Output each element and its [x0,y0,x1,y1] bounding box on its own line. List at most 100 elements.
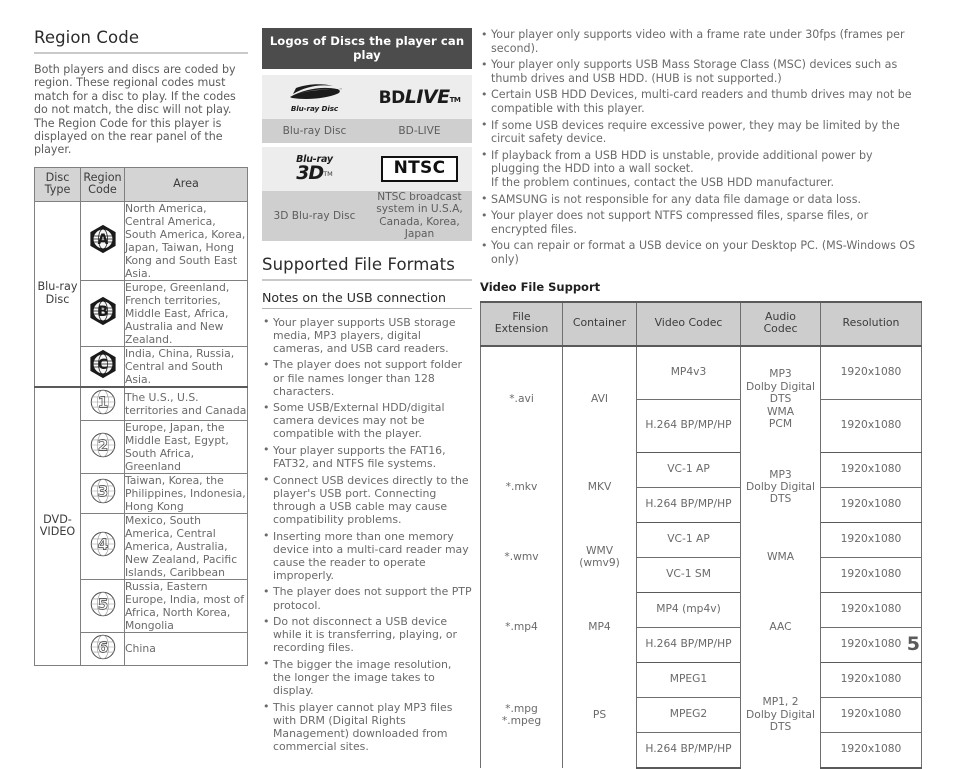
cell-area-1: The U.S., U.S. territories and Canada [124,385,248,421]
audio-codec-l2: Codec [763,322,798,336]
cell-resolution: 1920x1080 [820,522,922,558]
page-number: 5 [906,633,920,655]
list-item: SAMSUNG is not responsible for any data … [480,192,922,207]
cell-area-b: Europe, Greenland, French territories, M… [124,279,248,347]
disc-type-l1: Disc [45,170,70,184]
col-header-video-codec: Video Codec [636,300,741,347]
cell-resolution: 1920x1080 [820,697,922,733]
table-header-row: Disc Type Region Code Area [34,166,248,202]
cell-area-5: Russia, Eastern Europe, India, most of A… [124,578,248,633]
region-code-l2: Code [88,183,117,197]
audio-codec-l1: Audio [765,309,796,323]
bluray-3d-3d-text: 3D [296,162,324,185]
cell-region-code-4: 4 [80,512,125,580]
cell-audio-codec-mp4: AAC [740,592,821,663]
cell-area-a: North America, Central America, South Am… [124,200,248,281]
cell-region-code-6: 6 [80,631,125,666]
usb-notes-and-video-table-column: Your player only supports video with a f… [480,27,922,769]
region-code-l1: Region [83,170,122,184]
list-item: The player does not support the PTP prot… [262,585,472,612]
cell-resolution: 1920x1080 [820,452,922,488]
logos-panel-header: Logos of Discs the player can play [262,28,472,69]
table-row: *.mp4 MP4 MP4 (mp4v) AAC 1920x1080 [480,592,922,663]
list-item: Your player only supports USB Mass Stora… [480,58,922,85]
cell-region-code-a: A [80,200,125,281]
cell-video-codec: MP4v3 [636,345,741,400]
cell-area-4: Mexico, South America, Central America, … [124,512,248,580]
svg-text:5: 5 [97,595,108,613]
list-item: You can repair or format a USB device on… [480,239,922,266]
usb-notes-divider [262,307,472,309]
cell-area-c: India, China, Russia, Central and South … [124,345,248,388]
ntsc-logo-icon: NTSC [380,155,459,183]
cell-container-avi: AVI [562,345,637,453]
list-item: Connect USB devices directly to the play… [262,473,472,526]
cell-bluray-3d-logo: Blu-ray 3DTM [262,147,367,191]
col-header-container: Container [562,300,637,347]
cell-video-codec: MPEG1 [636,662,741,698]
cell-audio-codec-wmv: WMA [740,522,821,593]
video-table-body: *.avi AVI MP4v3 MP3 Dolby Digital DTS WMA PC… [480,345,922,769]
cell-region-code-c: C [80,345,125,388]
list-item: Your player only supports video with a f… [480,27,922,55]
table-row: *.avi AVI MP4v3 MP3 Dolby Digital DTS WMA PC… [480,345,922,453]
svg-text:2: 2 [97,436,108,454]
svg-text:B: B [97,304,108,320]
cell-container-mp4: MP4 [562,592,637,663]
cell-region-code-b: B [80,279,125,347]
title-divider [34,52,248,54]
dvd-l1: DVD- [43,512,72,526]
table-row: *.mkv MKV VC-1 AP MP3 Dolby Digital DTS 19… [480,452,922,523]
svg-text:1: 1 [97,393,108,411]
logo-art-row: ™ Blu-ray Disc BDLIVETM [262,75,472,119]
svg-text:6: 6 [97,638,108,656]
svg-text:C: C [97,357,107,373]
cell-region-code-1: 1 [80,385,125,421]
region-code-intro: Both players and discs are coded by regi… [34,63,236,157]
cell-bluray-disc-logo: ™ Blu-ray Disc [262,75,367,119]
list-item: Your player supports the FAT16, FAT32, a… [262,443,472,470]
cell-bd-live-logo: BDLIVETM [367,75,472,119]
list-item: Your player does not support NTFS compre… [480,209,922,236]
dvd-l2: VIDEO [39,525,76,539]
cell-video-codec: MPEG2 [636,697,741,733]
table-row: Blu-ray Disc A North America, Central Am… [34,200,248,388]
table-header-row: File Extension Container Video Codec Aud… [480,300,922,347]
bd-live-logo-icon: BDLIVETM [378,87,461,108]
cell-video-codec: H.264 BP/MP/HP [636,399,741,453]
usb-notes-title: Notes on the USB connection [262,289,446,305]
cell-ntsc-logo: NTSC [367,147,472,191]
cell-resolution: 1920x1080 [820,399,922,453]
bd-live-bd-text: BD [378,87,406,108]
bd-live-tm: TM [449,95,461,104]
bluray-disc-logo-text: Blu-ray Disc [290,104,339,113]
page-title-region-code: Region Code [34,28,140,47]
caption-bluray-3d: 3D Blu-ray Disc [262,191,367,241]
cell-audio-codec-mkv: MP3 Dolby Digital DTS [740,452,821,523]
table-row: *.mpg *.mpeg PS MPEG1 MP1, 2 Dolby Digital… [480,662,922,768]
svg-text:3: 3 [97,483,108,501]
supported-file-formats-title: Supported File Formats [262,254,455,274]
cell-video-codec: H.264 BP/MP/HP [636,627,741,663]
svg-text:4: 4 [97,536,108,554]
cell-area-6: China [124,631,248,666]
svg-text:™: ™ [339,88,343,92]
region-table-body: Blu-ray Disc A North America, Central Am… [34,200,248,666]
cell-disc-type-bluray: Blu-ray Disc [34,200,81,388]
cell-resolution: 1920x1080 [820,592,922,628]
dvd-region-4-icon: 4 [89,530,117,558]
bluray-region-b-icon: B [88,296,118,326]
video-file-support-title: Video File Support [480,279,601,294]
cell-resolution: 1920x1080 [820,345,922,400]
cell-audio-codec-avi: MP3 Dolby Digital DTS WMA PCM [740,345,821,453]
list-item: Certain USB HDD Devices, multi-card read… [480,88,922,115]
bluray-region-a-icon: A [88,224,118,254]
region-code-table: Disc Type Region Code Area Blu-ray Disc [34,166,248,666]
list-item: This player cannot play MP3 files with D… [262,700,472,753]
svg-text:A: A [97,232,108,248]
cell-extension-mkv: *.mkv [480,452,563,523]
list-item: Your player supports USB storage media, … [262,315,472,355]
file-ext-l1: File [512,309,531,323]
cell-region-code-3: 3 [80,472,125,514]
file-ext-l2: Extension [494,322,549,336]
